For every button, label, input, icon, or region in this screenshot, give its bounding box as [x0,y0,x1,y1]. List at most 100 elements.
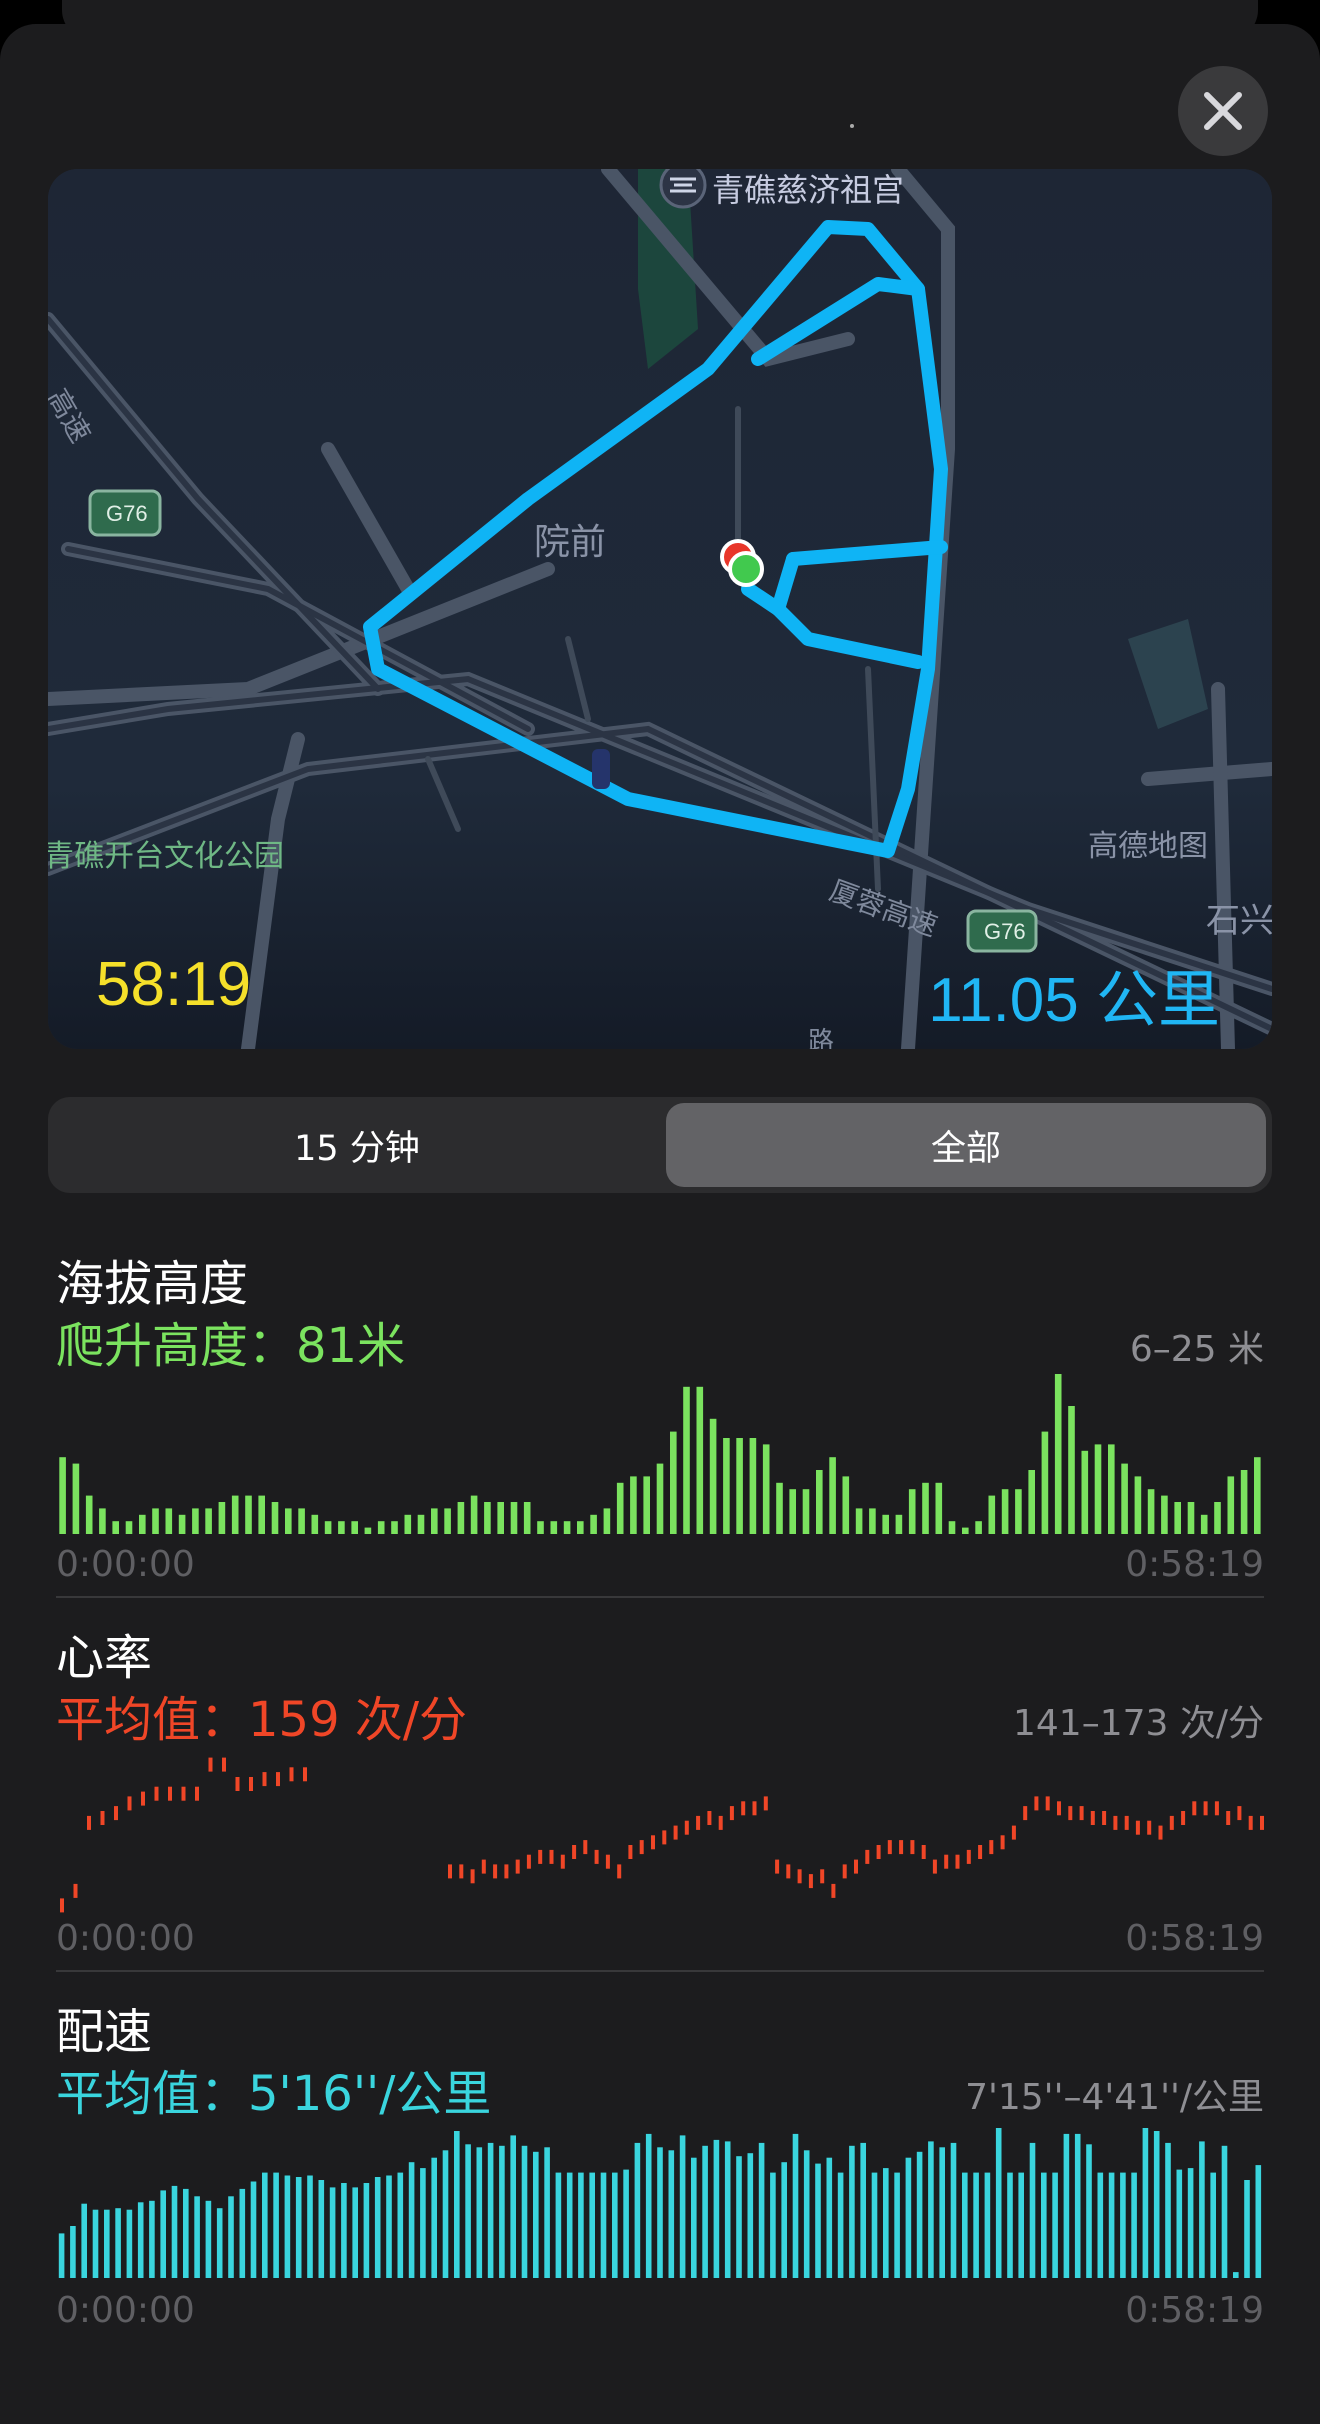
elevation-section: 海拔高度 爬升高度：81米 6–25 米 0:00:00 0:58:19 [56,1244,1264,1590]
pace-bar [634,2142,641,2278]
heart-rate-mark [910,1840,915,1855]
elevation-bar [523,1502,531,1534]
elevation-bar [311,1514,319,1534]
heart-rate-mark [289,1767,294,1782]
heart-rate-mark [1181,1811,1186,1825]
heart-rate-mark [87,1815,91,1830]
elevation-bar [444,1508,451,1534]
heart-rate-mark [1011,1825,1016,1840]
heart-rate-mark [921,1845,926,1859]
elevation-bar [404,1514,412,1534]
elevation-bar [258,1495,265,1534]
pace-bar [476,2147,483,2278]
elevation-bar [391,1521,398,1534]
heart-rate-mark [448,1864,452,1879]
elevation-bar [1147,1489,1155,1534]
pace-bar [216,2208,223,2278]
pace-bar [533,2151,539,2278]
pace-bar [1120,2172,1126,2278]
elevation-bar [338,1521,345,1534]
pace-bar [205,2200,212,2278]
pace-start-time: 0:00:00 [56,2290,195,2331]
route-map[interactable]: 青礁慈济祖宫 院前 青礁开台文化公园 厦蓉高速 高速 G76 G76 高德地图 … [48,169,1272,1049]
pace-bar [747,2153,754,2278]
heart-rate-mark [1226,1811,1231,1825]
elevation-bar [882,1514,889,1534]
pace-bar [239,2188,246,2278]
pace-bar [454,2131,460,2278]
heart-rate-mark [154,1786,159,1801]
pace-bar [736,2156,742,2278]
heart-rate-mark [493,1864,498,1879]
heart-rate-mark [1057,1801,1061,1816]
close-button[interactable] [1178,66,1268,156]
heart-rate-mark [141,1791,145,1806]
pace-bar [815,2163,821,2278]
heart-rate-average: 平均值：159 次/分 [56,1692,468,1748]
elevation-bar [457,1502,465,1534]
heart-rate-mark [481,1859,486,1874]
elevation-bar [975,1521,982,1534]
village-label: 院前 [534,522,607,563]
elevation-bar [1121,1463,1128,1534]
pace-bar [905,2157,912,2278]
elevation-bar [1174,1502,1181,1534]
heart-rate-mark [831,1883,836,1898]
pace-bar [612,2172,618,2278]
pace-bar [250,2181,257,2278]
elevation-bar [271,1502,279,1534]
pace-bar [273,2172,279,2278]
heart-rate-title: 心率 [56,1630,153,1686]
pace-bar [1255,2165,1262,2278]
pace-bar [194,2196,200,2278]
pace-bar [1233,2272,1239,2278]
elevation-bar [1214,1502,1221,1534]
heart-rate-mark [955,1854,960,1869]
pace-bar [465,2144,471,2278]
pace-section: 配速 平均值：5'16''/公里 7'15''–4'41''/公里 0:00:0… [56,1992,1264,2338]
pace-bar [1007,2172,1013,2278]
heart-rate-mark [73,1883,78,1898]
heart-rate-mark [820,1869,825,1884]
map-canvas [48,169,1272,1049]
elevation-bar [762,1444,770,1534]
elevation-bar [377,1521,385,1534]
heart-rate-mark [944,1854,949,1869]
heart-rate-mark [978,1845,983,1859]
elevation-bar [749,1438,757,1534]
pace-bar [781,2162,787,2278]
elevation-bar [1015,1489,1022,1534]
pace-bar [883,2168,889,2278]
heart-rate-mark [1203,1801,1208,1816]
workout-distance: 11.05 公里 [928,966,1220,1035]
heart-rate-mark [470,1869,475,1884]
elevation-end-time: 0:58:19 [1125,1544,1264,1585]
elevation-start-time: 0:00:00 [56,1544,195,1585]
elevation-bar [1187,1502,1195,1534]
elevation-bar [537,1521,544,1534]
heart-rate-mark [1124,1815,1129,1830]
pace-bar [183,2188,189,2278]
heart-rate-mark [222,1757,226,1772]
elevation-bar [696,1386,704,1534]
heart-rate-mark [549,1849,554,1864]
heart-rate-mark [1102,1811,1107,1825]
elevation-bar [99,1508,106,1534]
heart-rate-mark [729,1806,734,1821]
elevation-bar [1254,1457,1261,1534]
elevation-bar [1161,1495,1168,1534]
segment-15-min[interactable]: 15 分钟 [54,1103,660,1187]
elevation-bar [908,1489,916,1534]
elevation-bar [630,1476,637,1534]
pace-end-time: 0:58:19 [1125,2290,1264,2331]
segment-all[interactable]: 全部 [666,1103,1266,1187]
pace-bar [1052,2172,1058,2278]
elevation-bar [298,1508,305,1534]
heart-rate-mark [696,1815,701,1830]
pace-bar [397,2172,404,2278]
elevation-bar [1227,1476,1235,1534]
elevation-bar [789,1489,796,1534]
pace-bar [1029,2142,1036,2278]
heart-rate-range: 141–173 次/分 [1013,1703,1264,1744]
elevation-bar [1028,1470,1035,1534]
